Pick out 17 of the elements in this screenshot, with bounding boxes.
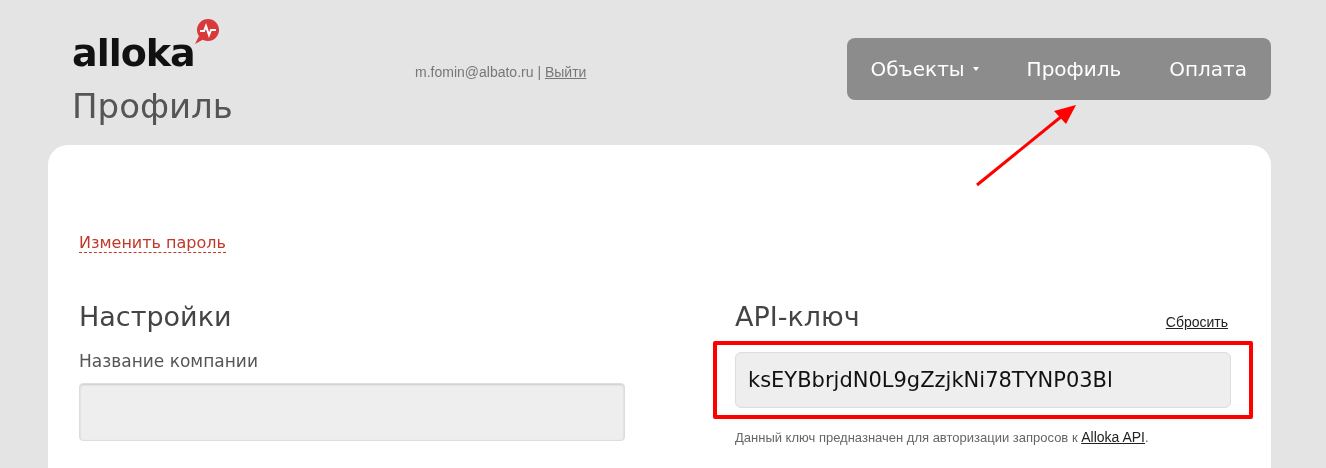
nav-link[interactable]: Оплата xyxy=(1169,54,1247,84)
logout-link[interactable]: Выйти xyxy=(544,64,587,80)
api-docs-link[interactable]: Alloka API xyxy=(1081,429,1145,446)
reset-link[interactable]: Сбросить xyxy=(1165,312,1228,334)
hint-text: Данный ключ предназначен для авторизации запросов к Alloka API. xyxy=(735,428,1150,448)
company-name-field[interactable] xyxy=(79,382,625,441)
page-title: Профиль xyxy=(72,86,234,127)
nav-link[interactable]: Объекты xyxy=(870,54,979,84)
api-key-field[interactable]: ksEYBbrjdN0L9gZzjkNi78TYNP03Bl xyxy=(735,352,1231,409)
logo[interactable]: alloka xyxy=(72,16,221,72)
change-password-link[interactable]: Изменить пароль xyxy=(79,233,226,253)
field-label: Название компании xyxy=(79,350,259,374)
nav-link[interactable]: Профиль xyxy=(1026,54,1122,84)
section-heading: API-ключ xyxy=(735,301,860,334)
section-heading: Настройки xyxy=(79,301,233,334)
user-email: m.fomin@albato.ru xyxy=(415,64,534,80)
separator: | xyxy=(537,64,541,80)
